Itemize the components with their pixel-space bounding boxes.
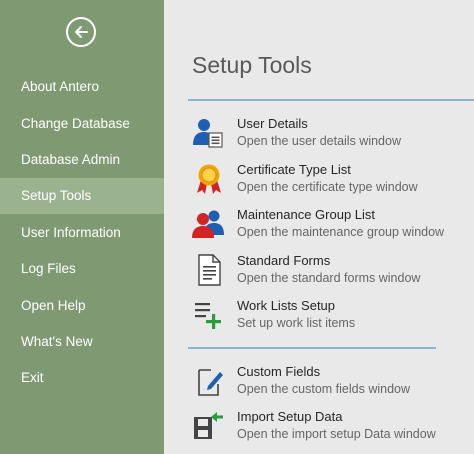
user-details-icon: [193, 119, 223, 148]
work-list-add-icon: [195, 303, 221, 329]
tool-description: Open the standard forms window: [237, 271, 421, 285]
tool-title: Certificate Type List: [237, 162, 351, 177]
page-title: Setup Tools: [192, 52, 312, 78]
divider: [188, 99, 474, 101]
sidebar: About Antero Change Database Database Ad…: [0, 0, 164, 454]
sidebar-item-setup-tools[interactable]: Setup Tools: [0, 178, 164, 214]
tool-description: Open the import setup Data window: [237, 427, 436, 441]
document-icon: [198, 254, 221, 286]
tool-maintenance-group-list[interactable]: Maintenance Group List Open the maintena…: [192, 207, 472, 247]
sidebar-item-exit[interactable]: Exit: [0, 360, 164, 396]
tool-work-lists-setup[interactable]: Work Lists Setup Set up work list items: [192, 298, 472, 338]
tool-description: Open the custom fields window: [237, 382, 411, 396]
tool-title: User Details: [237, 116, 308, 131]
tool-title: Maintenance Group List: [237, 207, 376, 222]
tool-custom-fields[interactable]: Custom Fields Open the custom fields win…: [192, 364, 472, 404]
sidebar-item-log-files[interactable]: Log Files: [0, 251, 164, 287]
tool-title: Work Lists Setup: [237, 298, 336, 313]
sidebar-item-user-information[interactable]: User Information: [0, 215, 164, 251]
tool-title: Import Setup Data: [237, 409, 343, 424]
sidebar-item-about-antero[interactable]: About Antero: [0, 69, 164, 105]
tool-title: Standard Forms: [237, 253, 331, 268]
tool-user-details[interactable]: User Details Open the user details windo…: [192, 116, 472, 156]
tool-certificate-type-list[interactable]: Certificate Type List Open the certifica…: [192, 162, 472, 202]
tool-standard-forms[interactable]: Standard Forms Open the standard forms w…: [192, 253, 472, 293]
import-icon: [194, 412, 223, 439]
maintenance-group-icon: [192, 210, 224, 238]
sidebar-item-database-admin[interactable]: Database Admin: [0, 142, 164, 178]
back-button[interactable]: [66, 17, 96, 47]
tool-title: Custom Fields: [237, 364, 321, 379]
tool-description: Open the maintenance group window: [237, 225, 445, 239]
sidebar-item-change-database[interactable]: Change Database: [0, 106, 164, 142]
certificate-icon: [197, 164, 221, 194]
tool-import-setup-data[interactable]: Import Setup Data Open the import setup …: [192, 409, 472, 449]
tool-description: Open the user details window: [237, 134, 401, 148]
main-panel: Setup Tools User Details Open the user d…: [164, 0, 474, 454]
tool-description: Open the certificate type window: [237, 180, 418, 194]
divider: [188, 347, 436, 349]
tool-description: Set up work list items: [237, 316, 356, 330]
arrow-left-icon: [75, 26, 88, 38]
edit-document-icon: [198, 369, 223, 396]
sidebar-item-whats-new[interactable]: What's New: [0, 324, 164, 360]
sidebar-item-open-help[interactable]: Open Help: [0, 288, 164, 324]
